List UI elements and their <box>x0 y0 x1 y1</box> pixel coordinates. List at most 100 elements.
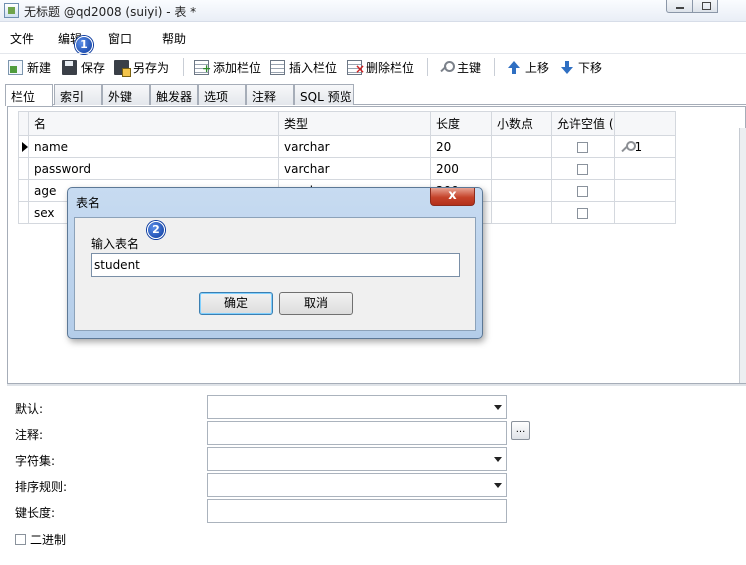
tab-triggers[interactable]: 触发器 <box>150 84 198 105</box>
save-as-button-label: 另存为 <box>133 60 170 75</box>
field-decimals-cell[interactable] <box>491 135 552 158</box>
new-button-label: 新建 <box>27 60 52 75</box>
dropdown-arrow-icon <box>494 483 502 488</box>
dialog-body: 输入表名 student 确定 取消 <box>74 217 476 331</box>
charset-label: 字符集: <box>15 454 56 468</box>
maximize-button[interactable] <box>692 0 718 13</box>
tab-sql-preview[interactable]: SQL 预览 <box>294 84 354 105</box>
toolbar: 新建 保存 另存为 添加栏位 插入栏位 删除栏位 主键 上移 下移 <box>0 53 746 79</box>
field-decimals-cell[interactable] <box>491 201 552 224</box>
nullable-cell[interactable] <box>551 157 615 180</box>
field-name-cell[interactable]: password <box>28 157 279 180</box>
ok-button[interactable]: 确定 <box>199 292 273 315</box>
nullable-cell[interactable] <box>551 179 615 202</box>
field-decimals-cell[interactable] <box>491 157 552 180</box>
field-type-cell[interactable]: varchar <box>278 135 431 158</box>
primary-key-icon <box>620 141 636 153</box>
insert-field-button[interactable]: 插入栏位 <box>270 57 337 77</box>
table-name-input[interactable]: student <box>91 253 460 277</box>
row-header <box>18 179 29 202</box>
charset-select[interactable] <box>207 447 507 471</box>
table-name-label: 输入表名 <box>91 237 140 251</box>
toolbar-separator <box>183 58 184 76</box>
primary-key-cell[interactable] <box>613 201 676 224</box>
collation-label: 排序规则: <box>15 480 68 494</box>
nullable-cell[interactable] <box>551 135 615 158</box>
default-select[interactable] <box>207 395 507 419</box>
comment-label: 注释: <box>15 428 44 442</box>
dialog-close-button[interactable]: x <box>430 188 475 206</box>
primary-key-cell[interactable] <box>613 157 676 180</box>
primary-key-button[interactable]: 主键 <box>438 57 481 77</box>
comment-browse-button[interactable]: ... <box>511 421 530 440</box>
title-bar: 无标题 @qd2008 (suiyi) - 表 * <box>0 0 746 22</box>
column-header-name[interactable]: 名 <box>28 111 279 136</box>
comment-input[interactable] <box>207 421 507 445</box>
add-field-icon <box>194 59 211 75</box>
table-header-row: 名 类型 长度 小数点 允许空值 ( <box>18 111 676 136</box>
nullable-cell[interactable] <box>551 201 615 224</box>
move-up-label: 上移 <box>525 60 550 75</box>
menu-help[interactable]: 帮助 <box>162 30 186 47</box>
menu-bar: 文件 编辑 窗口 帮助 <box>0 28 746 48</box>
new-table-icon <box>8 59 23 75</box>
tab-comment[interactable]: 注释 <box>246 84 294 105</box>
nullable-checkbox[interactable] <box>577 185 589 197</box>
step-badge-1: 1 <box>75 36 93 54</box>
field-name-cell[interactable]: name <box>28 135 279 158</box>
tab-indexes[interactable]: 索引 <box>54 84 102 105</box>
binary-label: 二进制 <box>30 533 67 547</box>
primary-key-order: 1 <box>634 139 643 154</box>
menu-window[interactable]: 窗口 <box>108 30 132 47</box>
column-header-type[interactable]: 类型 <box>278 111 431 136</box>
window-title: 无标题 @qd2008 (suiyi) - 表 * <box>24 5 197 19</box>
primary-key-cell[interactable]: 1 <box>613 135 676 158</box>
key-length-input[interactable] <box>207 499 507 523</box>
move-up-button[interactable]: 上移 <box>506 57 549 77</box>
save-as-icon <box>114 59 131 77</box>
move-down-label: 下移 <box>578 60 603 75</box>
menu-file[interactable]: 文件 <box>10 30 34 47</box>
save-button[interactable]: 保存 <box>62 57 105 77</box>
nullable-checkbox[interactable] <box>577 163 589 175</box>
tab-fields[interactable]: 栏位 <box>5 84 53 106</box>
key-icon <box>438 60 455 75</box>
new-button[interactable]: 新建 <box>8 57 51 77</box>
tab-strip: 栏位 索引 外键 触发器 选项 注释 SQL 预览 <box>5 84 746 106</box>
vertical-scrollbar[interactable] <box>739 128 746 383</box>
collation-select[interactable] <box>207 473 507 497</box>
table-row[interactable]: password varchar 200 <box>18 157 676 180</box>
column-header-length[interactable]: 长度 <box>430 111 492 136</box>
dialog-title: 表名 <box>76 196 101 210</box>
binary-checkbox[interactable] <box>15 534 26 545</box>
delete-field-label: 删除栏位 <box>366 60 415 75</box>
save-icon <box>62 59 77 75</box>
tab-options[interactable]: 选项 <box>198 84 246 105</box>
table-row[interactable]: name varchar 20 1 <box>18 135 676 158</box>
delete-field-button[interactable]: 删除栏位 <box>347 57 414 77</box>
row-header-corner <box>18 111 29 136</box>
save-as-button[interactable]: 另存为 <box>114 57 169 77</box>
field-length-cell[interactable]: 20 <box>430 135 492 158</box>
insert-field-label: 插入栏位 <box>289 60 338 75</box>
binary-option[interactable]: 二进制 <box>15 531 66 548</box>
minimize-button[interactable] <box>666 0 693 13</box>
panel-splitter[interactable] <box>7 384 746 386</box>
cancel-button[interactable]: 取消 <box>279 292 353 315</box>
nullable-checkbox[interactable] <box>577 207 589 219</box>
field-length-cell[interactable]: 200 <box>430 157 492 180</box>
add-field-button[interactable]: 添加栏位 <box>194 57 261 77</box>
column-header-nullable[interactable]: 允许空值 ( <box>551 111 615 136</box>
arrow-down-icon <box>559 60 574 75</box>
nullable-checkbox[interactable] <box>577 141 589 153</box>
field-type-cell[interactable]: varchar <box>278 157 431 180</box>
move-down-button[interactable]: 下移 <box>559 57 602 77</box>
save-button-label: 保存 <box>81 60 106 75</box>
tab-foreign-keys[interactable]: 外键 <box>102 84 150 105</box>
dropdown-arrow-icon <box>494 405 502 410</box>
field-decimals-cell[interactable] <box>491 179 552 202</box>
primary-key-cell[interactable] <box>613 179 676 202</box>
row-header <box>18 157 29 180</box>
column-header-decimals[interactable]: 小数点 <box>491 111 552 136</box>
step-badge-2: 2 <box>147 221 165 239</box>
